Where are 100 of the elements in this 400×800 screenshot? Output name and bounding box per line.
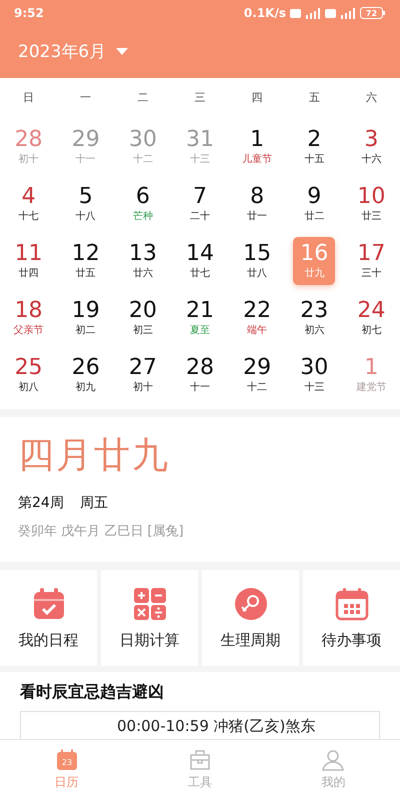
calendar-day[interactable]: 25 初八 [8, 350, 50, 398]
tool-button[interactable]: 我的日程 [0, 570, 97, 666]
lunar-note: 廿五 [76, 266, 96, 280]
day-number: 24 [357, 298, 386, 324]
calendar-day[interactable]: 14 廿七 [178, 236, 221, 284]
calendar-day[interactable]: 21 夏至 [178, 294, 221, 342]
lunar-note: 初十 [132, 380, 153, 394]
hd-icon [325, 8, 336, 18]
lunar-note: 初七 [361, 324, 382, 338]
calculator-icon [132, 586, 166, 620]
lunar-note: 十三 [304, 380, 324, 394]
calendar-day[interactable]: 22 端午 [236, 294, 278, 342]
lunar-note: 十七 [18, 210, 39, 224]
lunar-note: 儿童节 [242, 152, 272, 166]
lunar-note: 廿三 [361, 210, 382, 224]
lunar-note: 三十 [361, 266, 382, 280]
calendar-day[interactable]: 29 十二 [236, 350, 278, 398]
day-number: 16 [300, 240, 328, 266]
calendar-day[interactable]: 28 十一 [178, 350, 221, 398]
tool-button[interactable]: 生理周期 [202, 570, 299, 666]
day-number: 18 [14, 298, 43, 324]
calendar-day[interactable]: 11 廿四 [8, 236, 50, 284]
lunar-note: 廿二 [304, 210, 324, 224]
lunar-note: 廿六 [132, 266, 153, 280]
lunar-note: 廿四 [18, 266, 39, 280]
week-number: 第24周 [18, 494, 64, 512]
tool-button[interactable]: 待办事项 [303, 570, 400, 666]
calendar-day[interactable]: 2 十五 [293, 122, 336, 170]
person-icon [322, 749, 344, 771]
calendar-day[interactable]: 23 初六 [293, 294, 336, 342]
day-number: 1 [364, 354, 378, 380]
calendar-day[interactable]: 9 廿二 [293, 180, 336, 228]
calendar-icon [334, 586, 368, 620]
day-number: 30 [300, 354, 328, 380]
calendar-day[interactable]: 30 十三 [293, 350, 336, 398]
day-number: 5 [78, 184, 93, 210]
lunar-note: 初八 [18, 380, 39, 394]
calendar-day[interactable]: 27 初十 [122, 350, 164, 398]
calendar-check-icon [32, 586, 66, 620]
calendar-day[interactable]: 7 二十 [178, 180, 221, 228]
calendar-day[interactable]: 3 十六 [350, 122, 392, 170]
weekday-label: 六 [364, 90, 378, 106]
calendar-day[interactable]: 6 芒种 [122, 180, 164, 228]
day-number: 20 [128, 298, 157, 324]
calendar-day[interactable]: 4 十七 [8, 180, 50, 228]
lunar-note: 十六 [361, 152, 382, 166]
weekday-label: 五 [308, 90, 321, 106]
day-number: 2 [307, 126, 322, 152]
day-number: 12 [72, 240, 100, 266]
day-number: 1 [250, 126, 264, 152]
day-number: 8 [250, 184, 264, 210]
lunar-note: 十一 [190, 380, 210, 394]
day-number: 3 [364, 126, 378, 152]
lunar-note: 廿九 [304, 266, 324, 280]
weekday-label: 三 [193, 90, 206, 106]
day-number: 28 [186, 354, 214, 380]
lunar-note: 十八 [76, 210, 96, 224]
day-number: 21 [186, 298, 214, 324]
calendar-day[interactable]: 1 儿童节 [236, 122, 278, 170]
calendar-day[interactable]: 12 廿五 [64, 236, 107, 284]
signal-icon [305, 8, 321, 18]
calendar-day[interactable]: 18 父亲节 [8, 294, 50, 342]
day-number: 4 [22, 184, 36, 210]
day-number: 26 [72, 354, 100, 380]
tool-button[interactable]: 日期计算 [101, 570, 198, 666]
lunar-note: 建党节 [356, 380, 386, 394]
hour-row-text: 00:00-10:59 冲猪(乙亥)煞东 [117, 717, 316, 737]
female-symbol-icon [234, 586, 268, 620]
day-number: 9 [307, 184, 322, 210]
day-number: 7 [192, 184, 207, 210]
toolbox-icon [188, 749, 211, 771]
calendar-day[interactable]: 8 廿一 [236, 180, 278, 228]
day-number: 6 [136, 184, 150, 210]
lunar-note: 初三 [132, 324, 153, 338]
lunar-note: 十三 [190, 152, 210, 166]
network-speed: 0.1K/s [244, 6, 286, 20]
lunar-note: 芒种 [132, 210, 153, 224]
calendar-day[interactable]: 20 初三 [122, 294, 164, 342]
calendar-day[interactable]: 24 初七 [350, 294, 392, 342]
weekday-text: 周五 [80, 494, 108, 512]
calendar-day[interactable]: 13 廿六 [122, 236, 164, 284]
calendar-day[interactable]: 17 三十 [350, 236, 392, 284]
day-number: 13 [128, 240, 157, 266]
calendar-day[interactable]: 15 廿八 [236, 236, 278, 284]
ganzhi-text: 癸卯年 戊午月 乙巳日 [属兔] [18, 523, 185, 540]
status-time: 9:52 [14, 6, 44, 20]
weekday-label: 二 [136, 90, 150, 106]
calendar-day[interactable]: 5 十八 [64, 180, 107, 228]
calendar-day[interactable]: 10 廿三 [350, 180, 392, 228]
hd-icon [290, 8, 301, 18]
calendar-icon: 23 [56, 749, 78, 771]
lunar-note: 十二 [132, 152, 153, 166]
lunar-note: 廿八 [247, 266, 268, 280]
calendar-day[interactable]: 19 初二 [64, 294, 107, 342]
lunar-note: 二十 [190, 210, 210, 224]
lunar-note: 十五 [304, 152, 324, 166]
lunar-note: 十二 [247, 380, 268, 394]
lunar-date: 四月廿九 [18, 434, 171, 478]
calendar-day[interactable]: 26 初九 [64, 350, 107, 398]
day-number: 28 [14, 126, 43, 152]
